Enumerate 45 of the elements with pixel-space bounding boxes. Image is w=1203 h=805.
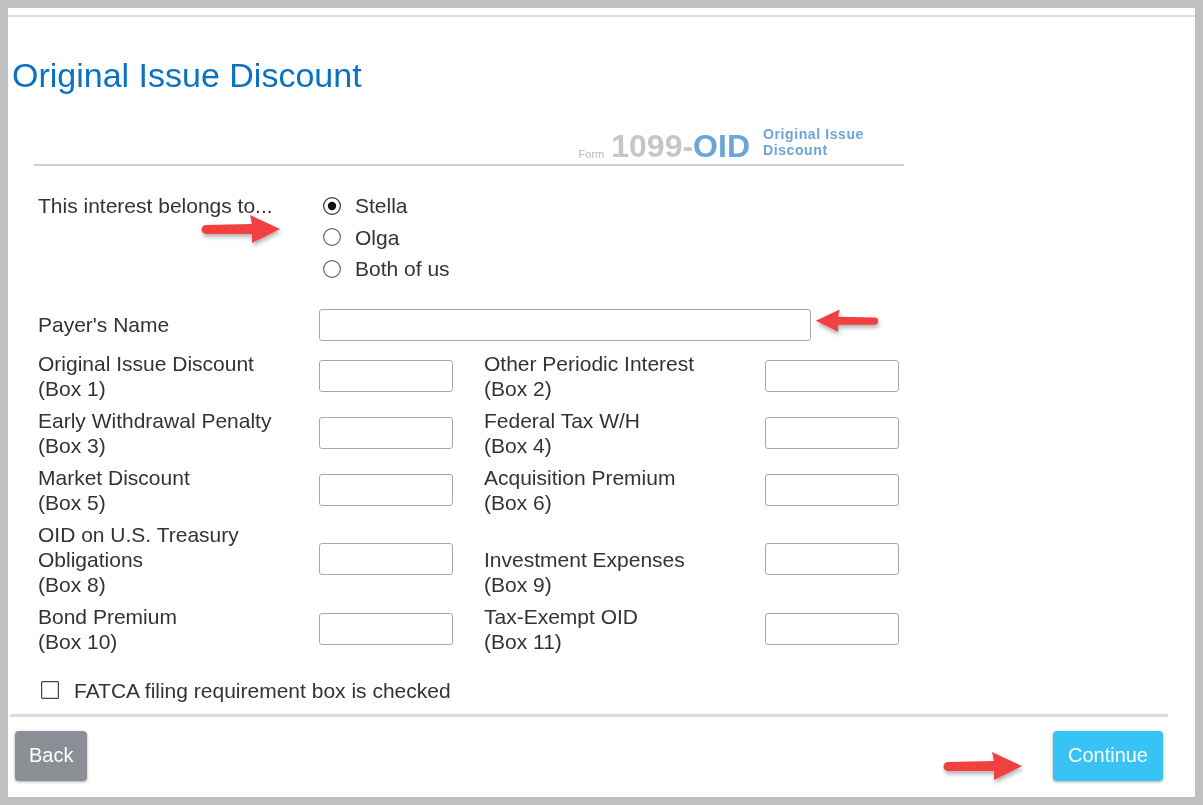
box-number-label: (Box 3) xyxy=(38,432,107,458)
field-label: Early Withdrawal Penalty xyxy=(38,407,273,433)
question-label: This interest belongs to... xyxy=(38,193,274,219)
box-number-label: (Box 11) xyxy=(484,628,563,654)
radio-option[interactable]: Both of us xyxy=(323,253,1195,285)
box-number-label: (Box 8) xyxy=(38,571,107,597)
page-title: Original Issue Discount xyxy=(12,57,363,93)
box-number-label: (Box 2) xyxy=(484,375,553,401)
box-number-label: (Box 1) xyxy=(38,375,107,401)
box-number-label: (Box 10) xyxy=(38,628,119,654)
field-label: Market Discount xyxy=(38,464,191,490)
payer-name-field[interactable] xyxy=(319,308,811,341)
field-label: Acquisition Premium xyxy=(484,464,677,490)
field-label: Federal Tax W/H xyxy=(484,407,641,433)
field-label: Other Periodic Interest xyxy=(484,350,696,376)
radio-icon[interactable] xyxy=(323,228,341,247)
radio-icon[interactable] xyxy=(323,196,341,215)
amount-field[interactable] xyxy=(319,359,453,392)
amount-field[interactable] xyxy=(765,416,899,449)
amount-field[interactable] xyxy=(319,612,453,645)
field-label: Tax-Exempt OID xyxy=(484,603,640,629)
amount-field[interactable] xyxy=(319,543,453,575)
box-number-label: (Box 9) xyxy=(484,571,553,597)
form-number: 1099-OID xyxy=(611,130,750,162)
checkbox-option[interactable]: FATCA filing requirement box is checked xyxy=(41,677,1195,703)
form-prefix-label: Form xyxy=(578,147,605,161)
radio-icon[interactable] xyxy=(323,259,341,278)
box-number-label: (Box 5) xyxy=(38,489,107,515)
field-label: Investment Expenses xyxy=(484,546,686,572)
amount-field[interactable] xyxy=(765,473,899,506)
amount-field[interactable] xyxy=(765,612,899,645)
field-label: Payer's Name xyxy=(38,311,171,338)
field-label: OID on U.S. Treasury Obligations xyxy=(38,521,240,572)
radio-option[interactable]: Olga xyxy=(323,221,1195,253)
field-label: Bond Premium xyxy=(38,603,178,629)
checkbox-icon[interactable] xyxy=(41,681,59,699)
amount-field[interactable] xyxy=(765,543,899,575)
radio-option[interactable]: Stella xyxy=(323,190,1195,222)
form-caption: Original Issue Discount xyxy=(763,126,865,158)
field-label: Original Issue Discount xyxy=(38,350,255,376)
amount-field[interactable] xyxy=(765,359,899,392)
box-number-label: (Box 6) xyxy=(484,489,553,515)
amount-field[interactable] xyxy=(319,416,453,449)
box-number-label: (Box 4) xyxy=(484,432,553,458)
amount-field[interactable] xyxy=(319,473,453,506)
